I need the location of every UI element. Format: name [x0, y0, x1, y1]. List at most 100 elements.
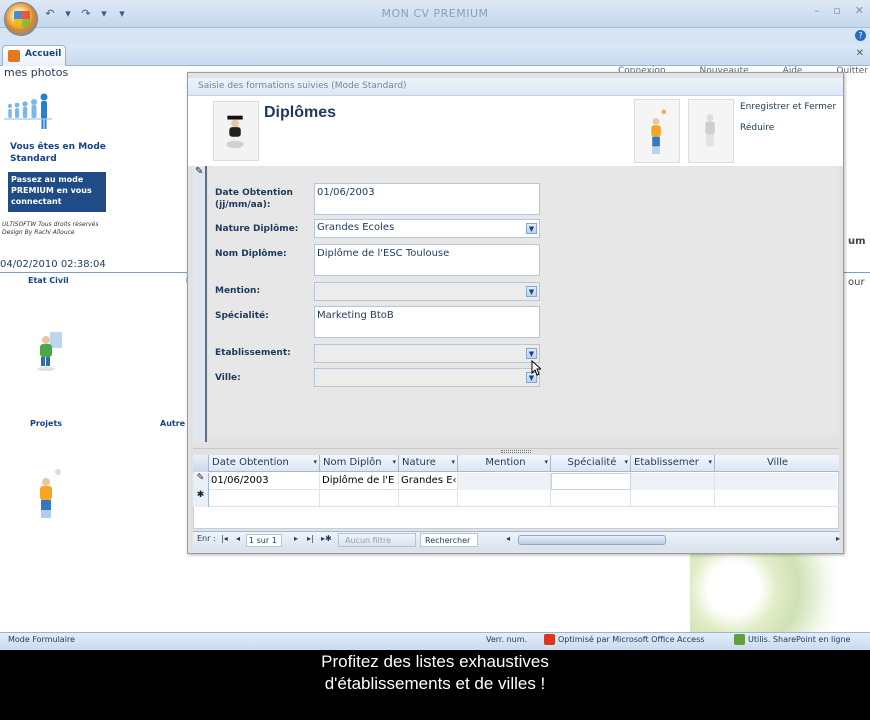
- last-record-button[interactable]: ▸|: [307, 534, 314, 543]
- splitter-grip: [501, 450, 531, 453]
- row-selector[interactable]: ✱: [193, 490, 209, 507]
- table-cell[interactable]: [209, 490, 320, 507]
- quick-access-toolbar: ↶ ▾ ↷ ▾ ▾: [42, 6, 130, 22]
- table-cell[interactable]: [715, 490, 837, 507]
- tab-close-icon[interactable]: ✕: [856, 48, 864, 59]
- graduate-icon: [213, 101, 259, 161]
- table-cell[interactable]: Grandes E‹: [399, 473, 458, 490]
- copyright-text: ULTISOFTW Tous droits réservés Design By …: [2, 221, 112, 237]
- mouse-cursor-icon: [531, 360, 541, 376]
- premium-upgrade-button[interactable]: Passez au mode PREMIUM en vous connectan…: [8, 172, 106, 212]
- mes-photos-label: mes photos: [4, 66, 69, 79]
- record-selector[interactable]: ✎: [193, 166, 207, 442]
- column-header[interactable]: Ville: [715, 455, 837, 472]
- redo-dropdown-icon[interactable]: ▾: [96, 6, 112, 22]
- table-cell[interactable]: Diplôme de l'E: [320, 473, 399, 490]
- tab-accueil-label: Accueil: [25, 49, 62, 59]
- etablissement-combo[interactable]: ▼: [314, 344, 540, 363]
- nature-diplome-value: Grandes Ecoles: [317, 222, 395, 233]
- column-header-label: Date Obtention: [212, 457, 289, 468]
- status-optimized-label: Optimisé par Microsoft Office Access: [558, 635, 705, 644]
- date-obtention-label: Date Obtention (jj/mm/aa):: [215, 188, 293, 210]
- column-header-label: Spécialité: [567, 457, 617, 468]
- help-icon[interactable]: ?: [855, 30, 866, 41]
- scroll-left-icon[interactable]: ◂: [506, 534, 510, 543]
- next-record-button[interactable]: ▸: [294, 534, 298, 543]
- dialog-title: Saisie des formations suivies (Mode Stan…: [188, 78, 843, 96]
- person-save-icon[interactable]: [634, 99, 680, 163]
- chevron-down-icon[interactable]: ▾: [313, 458, 317, 466]
- table-cell[interactable]: [551, 473, 631, 490]
- etat-civil-label: Etat Civil: [28, 276, 69, 285]
- undo-dropdown-icon[interactable]: ▾: [60, 6, 76, 22]
- person-card-icon[interactable]: [36, 330, 66, 372]
- status-num-lock: Verr. num.: [486, 635, 528, 644]
- nature-diplome-combo[interactable]: Grandes Ecoles ▼: [314, 219, 540, 238]
- column-header[interactable]: Nom Diplôn ▾: [320, 455, 399, 472]
- column-header[interactable]: Date Obtention ▾: [209, 455, 320, 472]
- select-all-corner[interactable]: [193, 455, 209, 472]
- split-form-splitter[interactable]: [193, 448, 839, 454]
- first-record-button[interactable]: |◂: [221, 534, 228, 543]
- table-cell[interactable]: [320, 490, 399, 507]
- chevron-down-icon[interactable]: ▼: [526, 348, 537, 359]
- record-position-input[interactable]: 1 sur 1: [246, 534, 282, 547]
- undo-icon[interactable]: ↶: [42, 6, 58, 22]
- ville-label: Ville:: [215, 373, 241, 383]
- status-online[interactable]: Utilis. SharePoint en ligne: [734, 634, 850, 645]
- person-minimize-icon[interactable]: [688, 99, 734, 163]
- table-cell[interactable]: [458, 473, 551, 490]
- column-header[interactable]: Nature ▾: [399, 455, 458, 472]
- column-header[interactable]: Etablissemer ▾: [631, 455, 715, 472]
- chevron-down-icon[interactable]: ▾: [392, 458, 396, 466]
- table-row[interactable]: ✎ 01/06/2003 Diplôme de l'E Grandes E‹: [193, 473, 839, 490]
- prev-record-button[interactable]: ◂: [236, 534, 240, 543]
- redo-icon[interactable]: ↷: [78, 6, 94, 22]
- table-cell[interactable]: [631, 473, 715, 490]
- chevron-down-icon[interactable]: ▼: [526, 223, 537, 234]
- mention-combo[interactable]: ▼: [314, 282, 540, 301]
- tab-accueil[interactable]: Accueil: [2, 45, 66, 66]
- chevron-down-icon[interactable]: ▾: [708, 458, 712, 466]
- document-tab-strip: [0, 44, 870, 66]
- table-cell[interactable]: [631, 490, 715, 507]
- subtitle-line-1: Profitez des listes exhaustives: [321, 652, 549, 671]
- table-cell[interactable]: 01/06/2003: [209, 473, 320, 490]
- table-row[interactable]: ✱: [193, 490, 839, 507]
- column-header-label: Nature: [402, 457, 436, 468]
- chevron-down-icon[interactable]: ▾: [624, 458, 628, 466]
- scroll-thumb[interactable]: [518, 535, 666, 545]
- table-cell[interactable]: [715, 473, 837, 490]
- mention-label: Mention:: [215, 286, 261, 296]
- date-obtention-field[interactable]: 01/06/2003: [314, 183, 540, 215]
- close-button[interactable]: ✕: [855, 4, 864, 17]
- chevron-down-icon[interactable]: ▼: [526, 286, 537, 297]
- subtitle-line-2: d'établissements et de villes !: [324, 674, 546, 693]
- person-idea-icon[interactable]: [34, 466, 64, 522]
- column-header[interactable]: Spécialité ▾: [551, 455, 631, 472]
- new-record-button[interactable]: ▸✱: [321, 534, 332, 543]
- horizontal-scrollbar[interactable]: ◂ ▸: [506, 534, 840, 545]
- search-input[interactable]: Rechercher: [420, 533, 478, 547]
- scroll-right-icon[interactable]: ▸: [836, 534, 840, 543]
- partial-label-our: our: [848, 277, 865, 288]
- no-filter-button[interactable]: Aucun filtre: [338, 533, 416, 547]
- ville-combo[interactable]: ▼: [314, 368, 540, 387]
- chevron-down-icon[interactable]: ▾: [451, 458, 455, 466]
- table-cell[interactable]: [399, 490, 458, 507]
- save-close-button[interactable]: Enregistrer et Fermer: [740, 102, 836, 112]
- office-button[interactable]: [4, 2, 38, 36]
- nom-diplome-field[interactable]: Diplôme de l'ESC Toulouse: [314, 244, 540, 276]
- minimize-button[interactable]: –: [814, 4, 820, 17]
- column-header[interactable]: Mention ▾: [458, 455, 551, 472]
- row-selector[interactable]: ✎: [193, 473, 209, 490]
- reduce-button[interactable]: Réduire: [740, 123, 774, 133]
- table-cell[interactable]: [458, 490, 551, 507]
- sharepoint-icon: [734, 634, 745, 645]
- maximize-button[interactable]: ▫: [833, 4, 840, 17]
- table-cell[interactable]: [551, 490, 631, 507]
- specialite-field[interactable]: Marketing BtoB: [314, 306, 540, 338]
- chevron-down-icon[interactable]: ▾: [544, 458, 548, 466]
- dialog-heading: Diplômes: [264, 104, 337, 121]
- customize-qat-icon[interactable]: ▾: [114, 6, 130, 22]
